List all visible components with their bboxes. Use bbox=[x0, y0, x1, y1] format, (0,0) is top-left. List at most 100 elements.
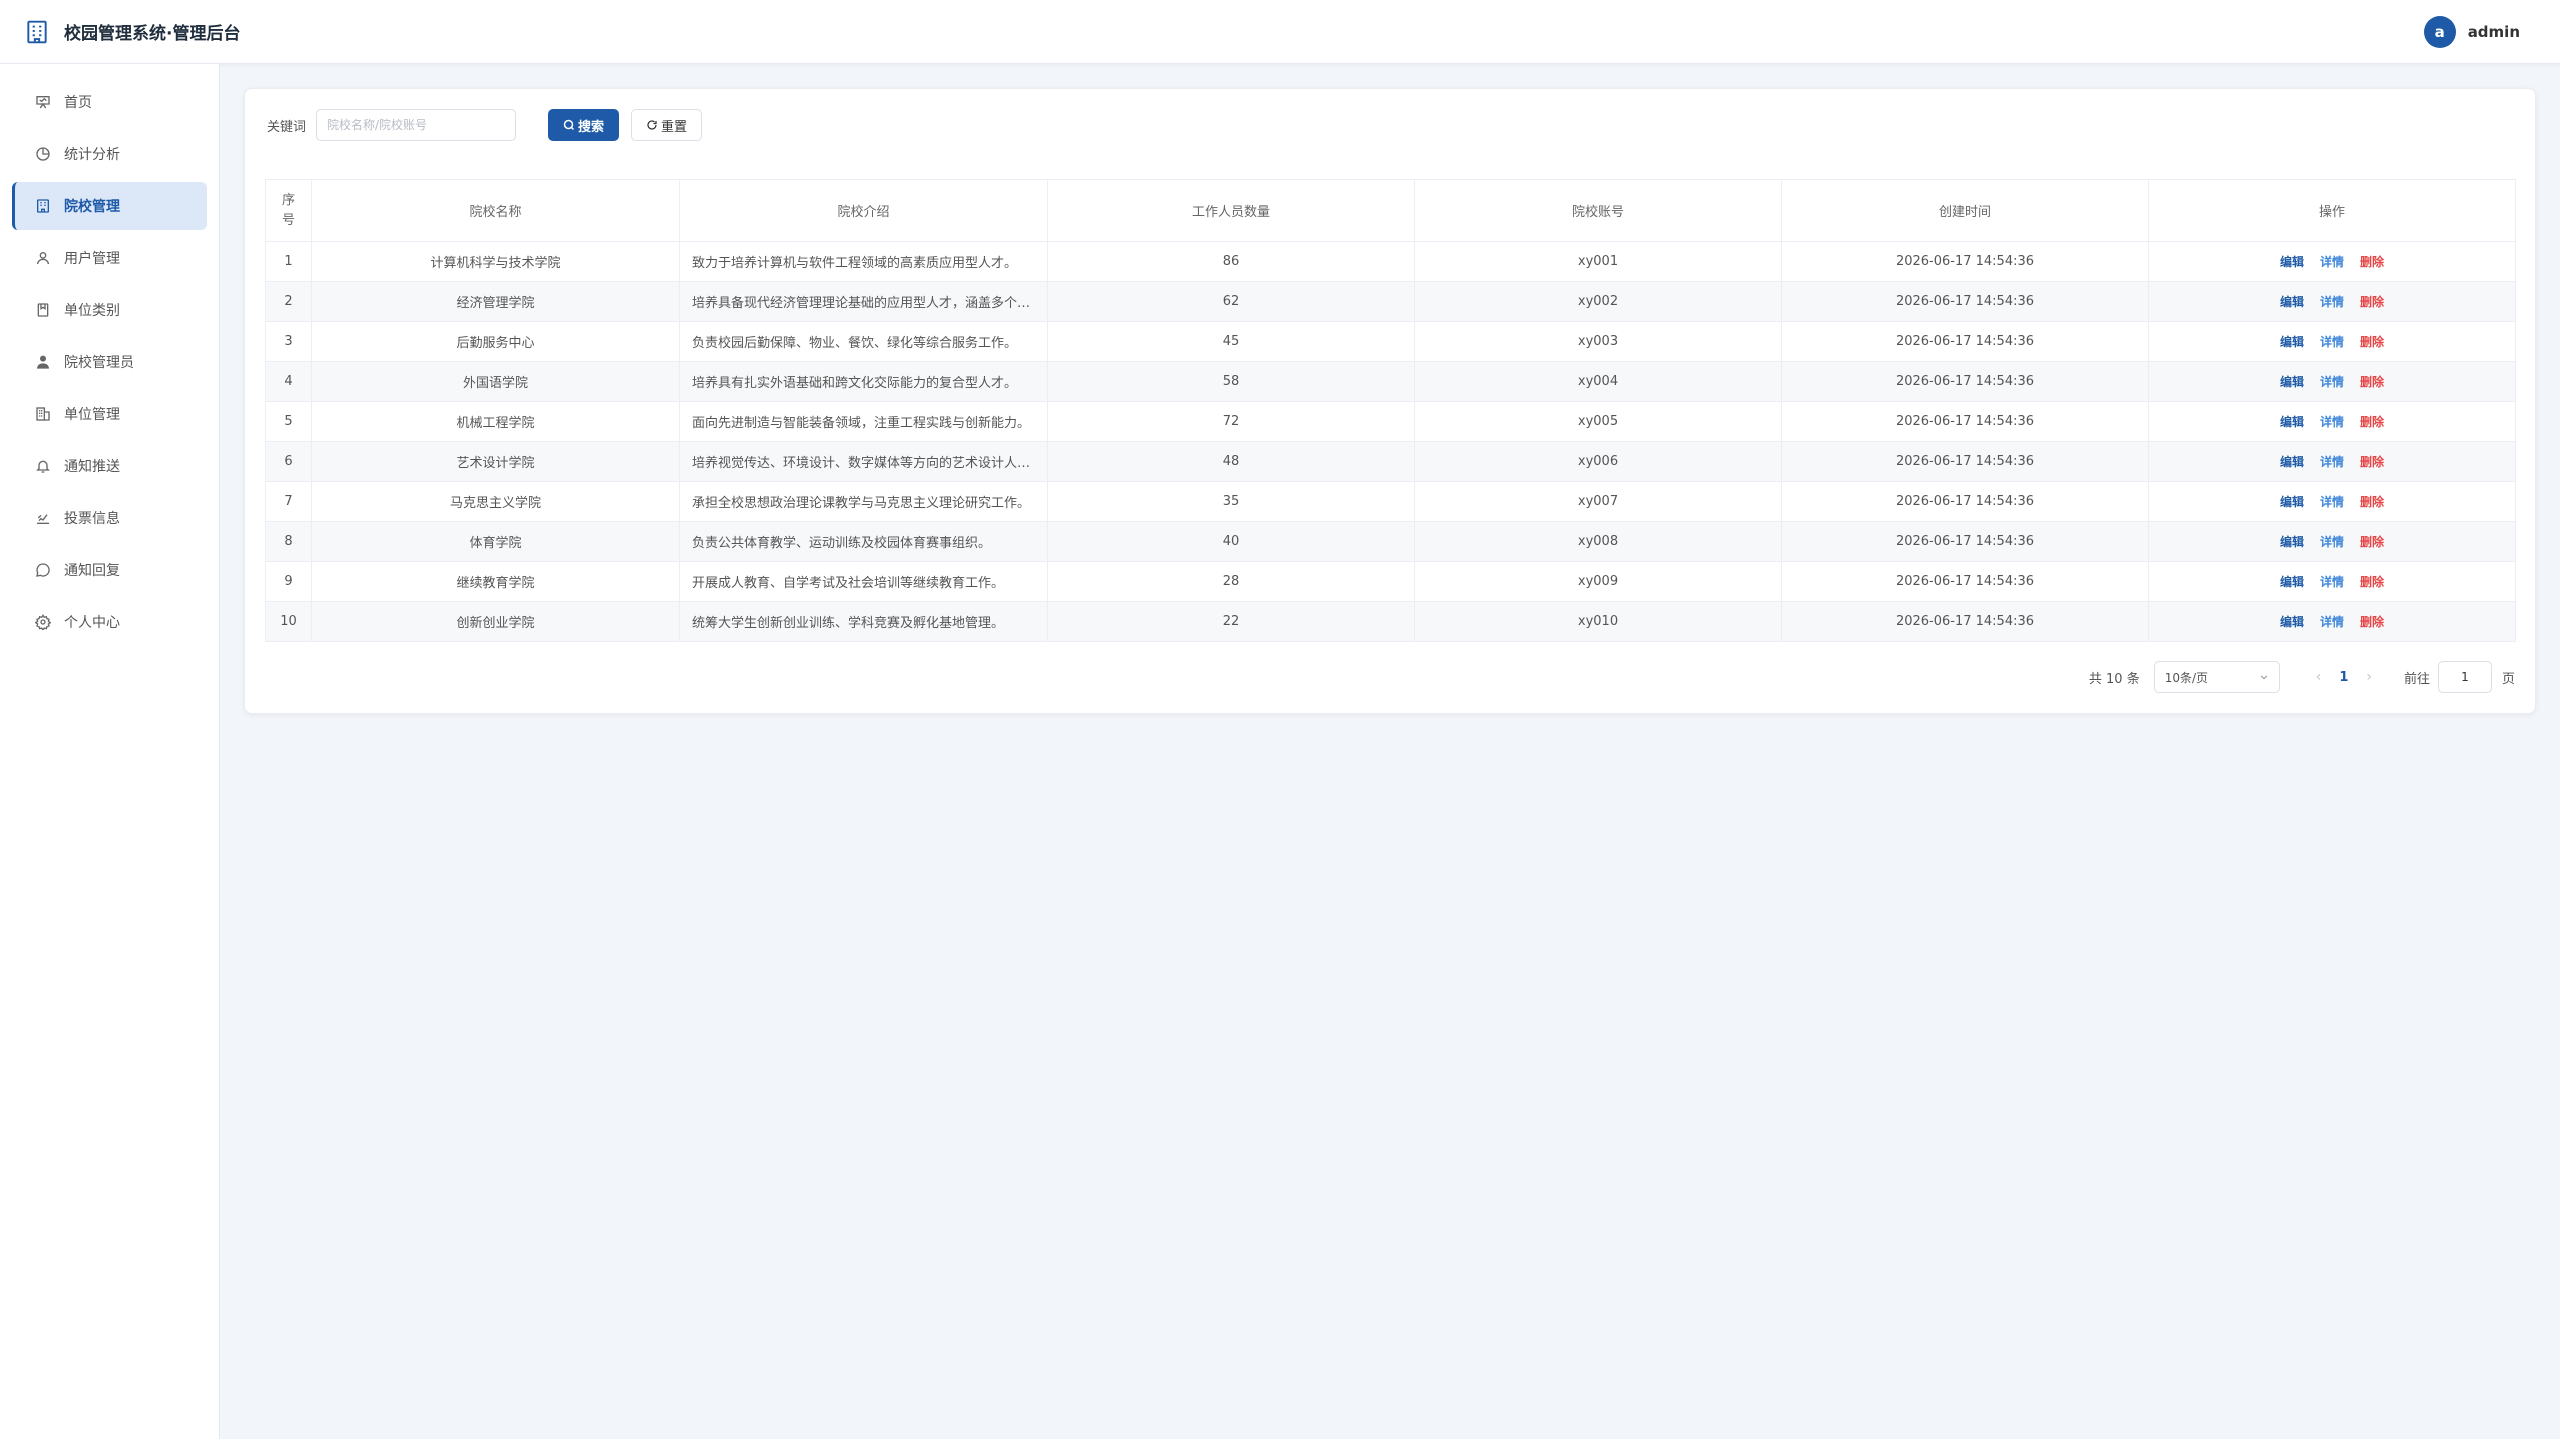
sidebar-item-college-management[interactable]: 院校管理 bbox=[12, 182, 207, 230]
main-card: 关键词 搜索 重置 序号 院校名称 院校介绍 工作人员数量 院校账号 创建时 bbox=[244, 88, 2536, 714]
detail-button[interactable]: 详情 bbox=[2320, 295, 2344, 309]
app-title: 校园管理系统·管理后台 bbox=[64, 24, 241, 44]
home-icon bbox=[34, 93, 52, 111]
cell-account: xy005 bbox=[1414, 401, 1782, 442]
sidebar-item-label: 用户管理 bbox=[64, 251, 120, 267]
page-number-current[interactable]: 1 bbox=[2339, 670, 2348, 685]
chat-icon bbox=[34, 561, 52, 579]
table-row: 5 机械工程学院 面向先进制造与智能装备领域，注重工程实践与创新能力。 72 xy005… bbox=[265, 401, 2516, 442]
username[interactable]: admin bbox=[2468, 23, 2520, 41]
detail-button[interactable]: 详情 bbox=[2320, 455, 2344, 469]
cell-name: 艺术设计学院 bbox=[311, 441, 680, 482]
detail-button[interactable]: 详情 bbox=[2320, 615, 2344, 629]
search-button[interactable]: 搜索 bbox=[548, 109, 620, 141]
cell-actions: 编辑 详情 删除 bbox=[2148, 481, 2516, 522]
cell-actions: 编辑 详情 删除 bbox=[2148, 401, 2516, 442]
detail-button[interactable]: 详情 bbox=[2320, 375, 2344, 389]
detail-button[interactable]: 详情 bbox=[2320, 415, 2344, 429]
sidebar-item-label: 院校管理 bbox=[64, 199, 120, 215]
delete-button[interactable]: 删除 bbox=[2360, 615, 2384, 629]
reset-button[interactable]: 重置 bbox=[631, 109, 703, 141]
delete-button[interactable]: 删除 bbox=[2360, 375, 2384, 389]
college-table: 序号 院校名称 院校介绍 工作人员数量 院校账号 创建时间 操作 1 计算机科学与… bbox=[265, 179, 2516, 642]
gear-icon bbox=[34, 613, 52, 631]
delete-button[interactable]: 删除 bbox=[2360, 295, 2384, 309]
sidebar-item-label: 投票信息 bbox=[64, 511, 120, 527]
delete-button[interactable]: 删除 bbox=[2360, 455, 2384, 469]
cell-account: xy009 bbox=[1414, 561, 1782, 602]
detail-button[interactable]: 详情 bbox=[2320, 495, 2344, 509]
delete-button[interactable]: 删除 bbox=[2360, 575, 2384, 589]
edit-button[interactable]: 编辑 bbox=[2280, 455, 2304, 469]
cell-actions: 编辑 详情 删除 bbox=[2148, 601, 2516, 642]
cell-no: 1 bbox=[265, 241, 312, 282]
prev-page-button[interactable]: ‹ bbox=[2316, 669, 2322, 685]
search-input[interactable] bbox=[316, 109, 517, 141]
edit-button[interactable]: 编辑 bbox=[2280, 255, 2304, 269]
cell-desc: 培养视觉传达、环境设计、数字媒体等方向的艺术设计人才。 bbox=[679, 441, 1048, 482]
sidebar-item-personal-center[interactable]: 个人中心 bbox=[12, 598, 207, 646]
user-menu[interactable]: a admin bbox=[2423, 16, 2520, 48]
cell-staff: 48 bbox=[1047, 441, 1415, 482]
goto-label: 前往 bbox=[2403, 671, 2430, 687]
edit-button[interactable]: 编辑 bbox=[2280, 575, 2304, 589]
detail-button[interactable]: 详情 bbox=[2320, 255, 2344, 269]
delete-button[interactable]: 删除 bbox=[2360, 415, 2384, 429]
avatar[interactable]: a bbox=[2423, 16, 2456, 48]
edit-button[interactable]: 编辑 bbox=[2280, 535, 2304, 549]
sidebar-item-statistics[interactable]: 统计分析 bbox=[12, 130, 207, 178]
delete-button[interactable]: 删除 bbox=[2360, 255, 2384, 269]
sidebar: 首页 统计分析 院校管理 用户管理 单位类别 院校管理员 单位管理 通知推送 投… bbox=[0, 64, 220, 1439]
sidebar-item-vote-info[interactable]: 投票信息 bbox=[12, 494, 207, 542]
cell-created: 2026-06-17 14:54:36 bbox=[1781, 361, 2149, 402]
bell-icon bbox=[34, 457, 52, 475]
detail-button[interactable]: 详情 bbox=[2320, 335, 2344, 349]
sidebar-item-user-management[interactable]: 用户管理 bbox=[12, 234, 207, 282]
user-icon bbox=[34, 249, 52, 267]
cell-desc: 培养具有扎实外语基础和跨文化交际能力的复合型人才。 bbox=[679, 361, 1048, 402]
cell-name: 外国语学院 bbox=[311, 361, 680, 402]
cell-created: 2026-06-17 14:54:36 bbox=[1781, 481, 2149, 522]
column-header-actions: 操作 bbox=[2148, 179, 2516, 242]
delete-button[interactable]: 删除 bbox=[2360, 495, 2384, 509]
cell-name: 继续教育学院 bbox=[311, 561, 680, 602]
cell-no: 3 bbox=[265, 321, 312, 362]
cell-actions: 编辑 详情 删除 bbox=[2148, 321, 2516, 362]
delete-button[interactable]: 删除 bbox=[2360, 335, 2384, 349]
cell-name: 创新创业学院 bbox=[311, 601, 680, 642]
cell-account: xy007 bbox=[1414, 481, 1782, 522]
sidebar-item-college-admin[interactable]: 院校管理员 bbox=[12, 338, 207, 386]
sidebar-item-notification-reply[interactable]: 通知回复 bbox=[12, 546, 207, 594]
table-row: 7 马克思主义学院 承担全校思想政治理论课教学与马克思主义理论研究工作。 35 xy00… bbox=[265, 481, 2516, 522]
cell-actions: 编辑 详情 删除 bbox=[2148, 281, 2516, 322]
edit-button[interactable]: 编辑 bbox=[2280, 415, 2304, 429]
table-header-row: 序号 院校名称 院校介绍 工作人员数量 院校账号 创建时间 操作 bbox=[265, 179, 2516, 242]
table-row: 2 经济管理学院 培养具备现代经济管理理论基础的应用型人才，涵盖多个专业方向。 62 x… bbox=[265, 281, 2516, 322]
cell-no: 4 bbox=[265, 361, 312, 402]
cell-account: xy001 bbox=[1414, 241, 1782, 282]
cell-actions: 编辑 详情 删除 bbox=[2148, 561, 2516, 602]
page-size-select[interactable]: 10条/页 bbox=[2153, 661, 2280, 693]
cell-name: 马克思主义学院 bbox=[311, 481, 680, 522]
edit-button[interactable]: 编辑 bbox=[2280, 495, 2304, 509]
cell-created: 2026-06-17 14:54:36 bbox=[1781, 321, 2149, 362]
column-header-staff: 工作人员数量 bbox=[1047, 179, 1415, 242]
cell-no: 5 bbox=[265, 401, 312, 442]
detail-button[interactable]: 详情 bbox=[2320, 575, 2344, 589]
next-page-button[interactable]: › bbox=[2366, 669, 2372, 685]
sidebar-item-home[interactable]: 首页 bbox=[12, 78, 207, 126]
edit-button[interactable]: 编辑 bbox=[2280, 375, 2304, 389]
edit-button[interactable]: 编辑 bbox=[2280, 615, 2304, 629]
cell-created: 2026-06-17 14:54:36 bbox=[1781, 561, 2149, 602]
cell-staff: 72 bbox=[1047, 401, 1415, 442]
search-button-label: 搜索 bbox=[578, 119, 605, 135]
detail-button[interactable]: 详情 bbox=[2320, 535, 2344, 549]
delete-button[interactable]: 删除 bbox=[2360, 535, 2384, 549]
edit-button[interactable]: 编辑 bbox=[2280, 295, 2304, 309]
edit-button[interactable]: 编辑 bbox=[2280, 335, 2304, 349]
goto-page-input[interactable] bbox=[2437, 661, 2492, 693]
sidebar-item-unit-category[interactable]: 单位类别 bbox=[12, 286, 207, 334]
cell-account: xy010 bbox=[1414, 601, 1782, 642]
sidebar-item-unit-management[interactable]: 单位管理 bbox=[12, 390, 207, 438]
sidebar-item-notification-push[interactable]: 通知推送 bbox=[12, 442, 207, 490]
